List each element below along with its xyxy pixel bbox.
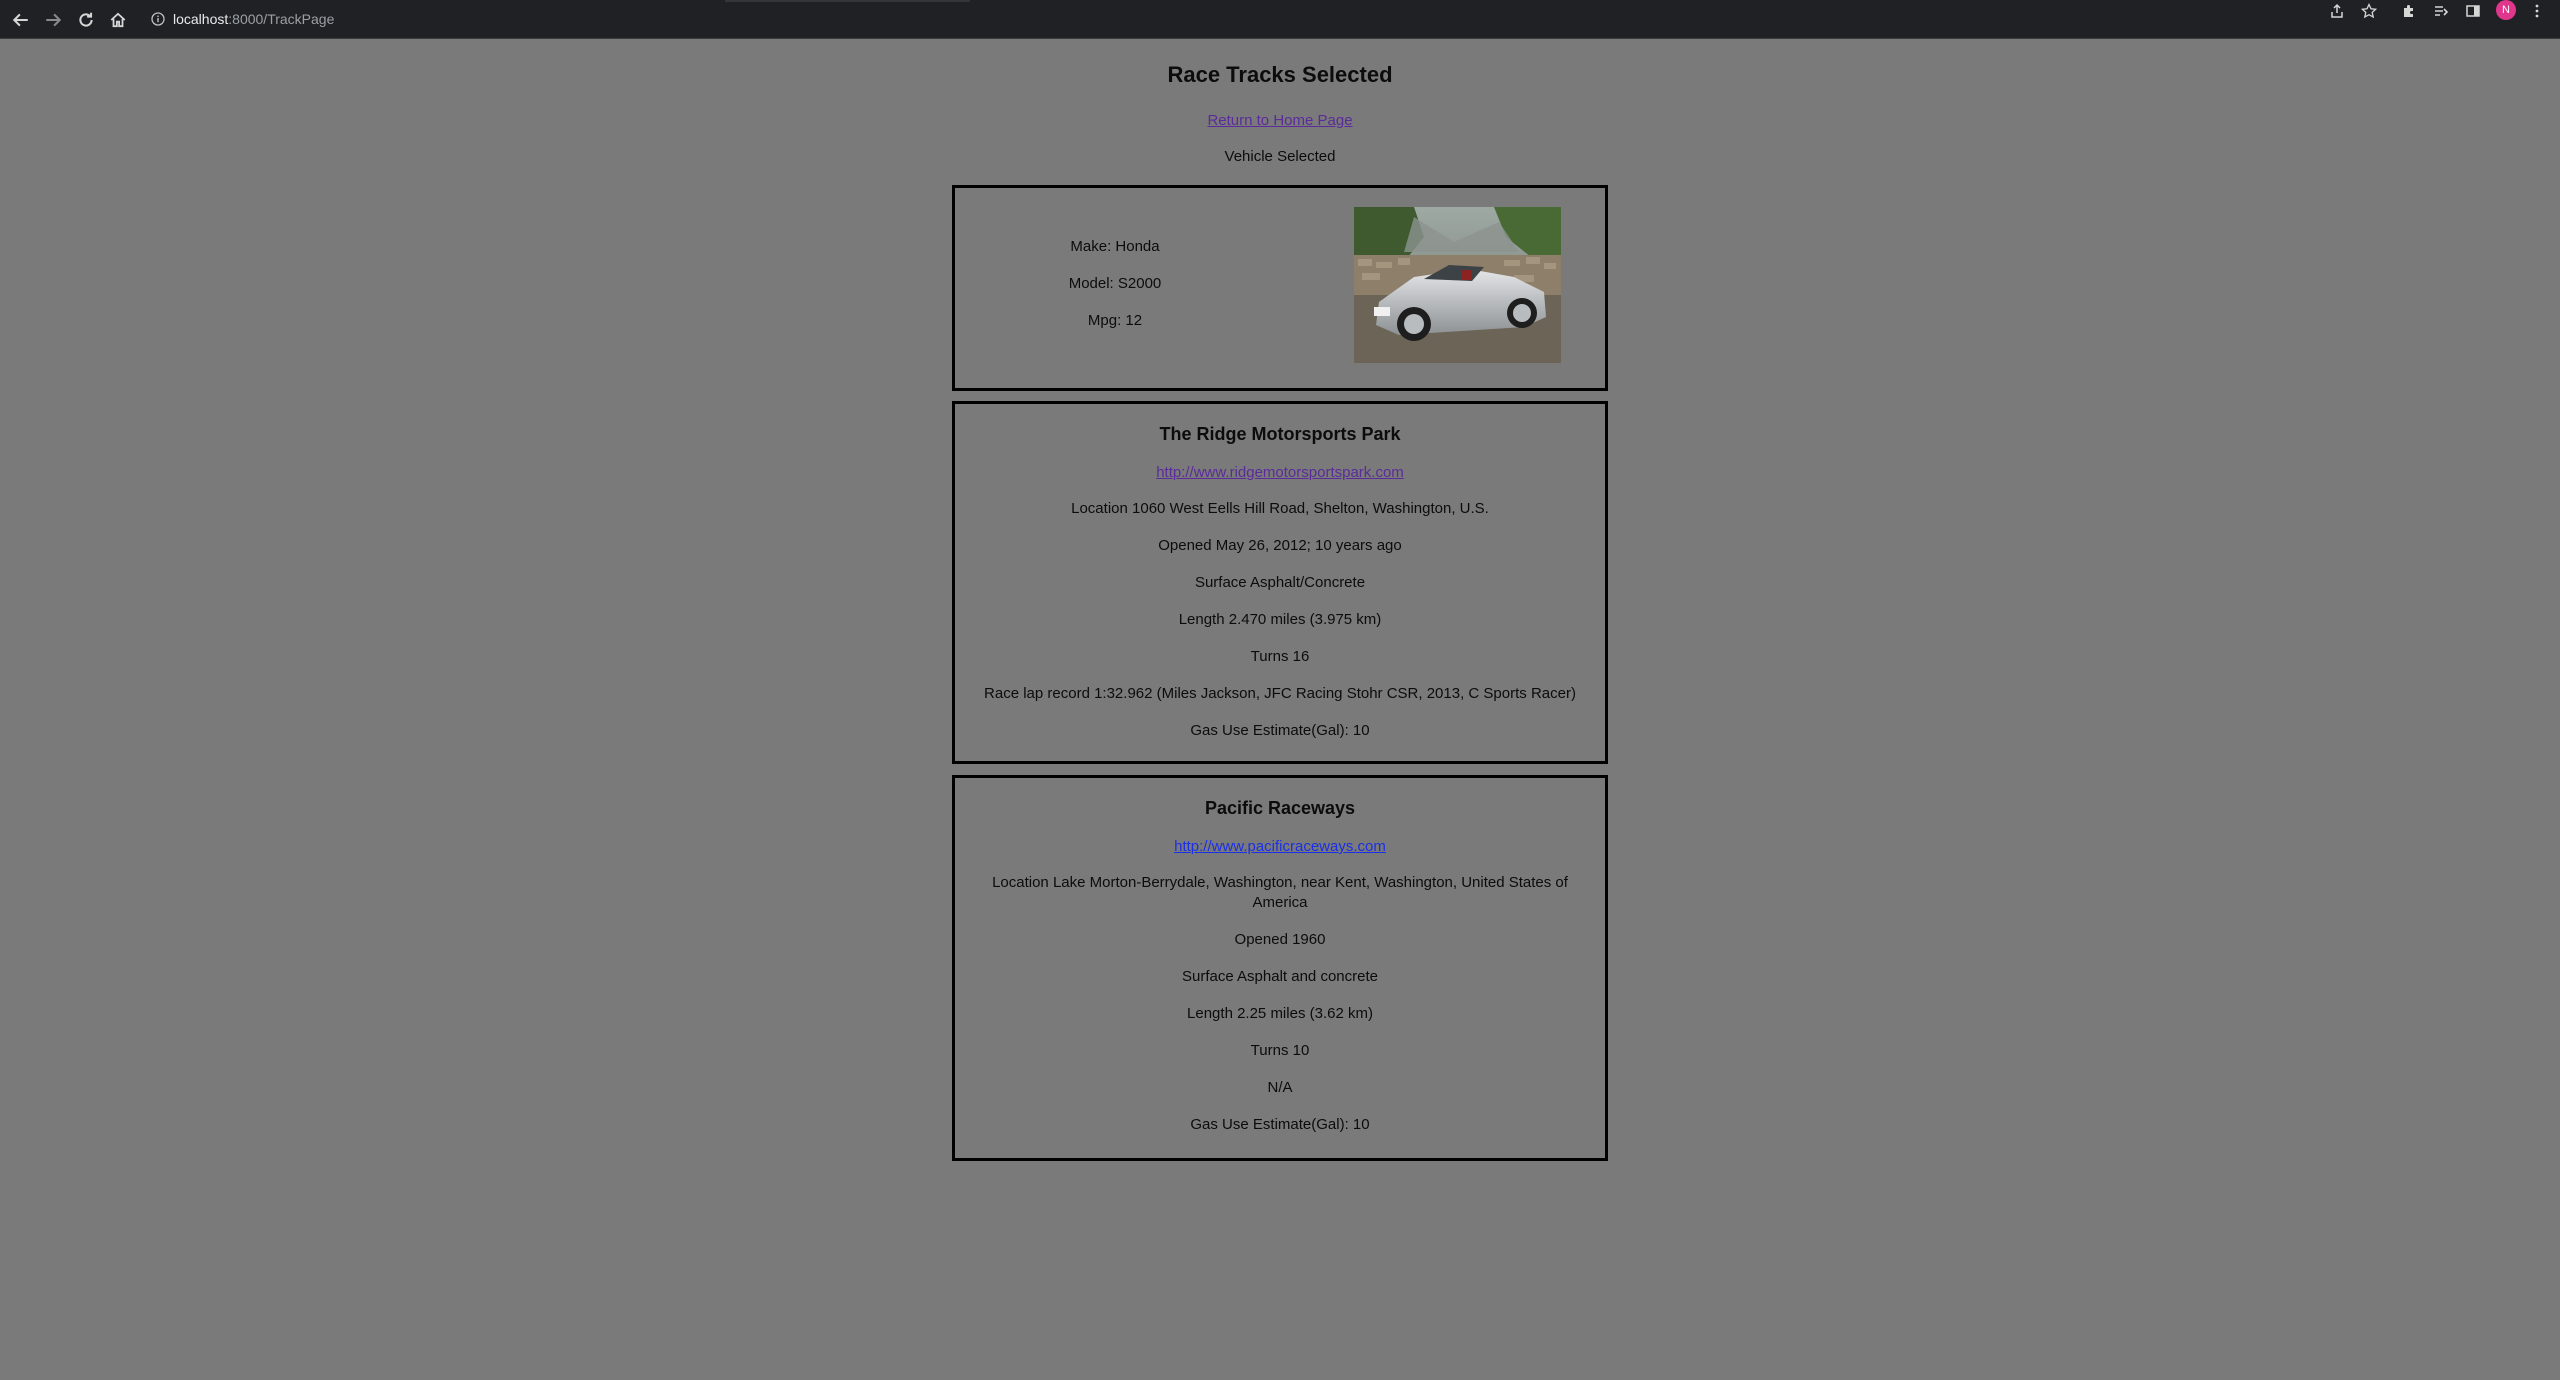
vehicle-photo — [1354, 207, 1561, 363]
vehicle-details: Make: Honda Model: S2000 Mpg: 12 — [1015, 238, 1215, 349]
track-length: Length 2.25 miles (3.62 km) — [1187, 1005, 1373, 1022]
track-location: Location Lake Morton-Berrydale, Washingt… — [992, 874, 1568, 911]
track-link-row: http://www.ridgemotorsportspark.com — [955, 462, 1605, 483]
vehicle-model: Model: S2000 — [1068, 275, 1162, 292]
track-gas-estimate: Gas Use Estimate(Gal): 10 — [1190, 722, 1370, 739]
address-bar[interactable] — [143, 6, 2348, 33]
vehicle-selected-heading: Vehicle Selected — [1224, 148, 1336, 165]
return-home-link[interactable]: Return to Home Page — [1207, 112, 1352, 129]
bookmark-star-icon[interactable] — [2358, 0, 2380, 22]
track-surface: Surface Asphalt/Concrete — [1194, 574, 1366, 591]
track-card: The Ridge Motorsports Park http://www.ri… — [952, 401, 1608, 764]
track-lap-record: N/A — [1267, 1079, 1293, 1096]
track-website-link[interactable]: http://www.ridgemotorsportspark.com — [1156, 464, 1404, 481]
track-surface: Surface Asphalt and concrete — [1182, 968, 1378, 985]
reading-list-icon[interactable] — [2430, 0, 2452, 22]
track-turns: Turns 16 — [1250, 648, 1310, 665]
extensions-puzzle-icon[interactable] — [2398, 0, 2420, 22]
vehicle-make: Make: Honda — [1070, 238, 1160, 255]
track-link-row: http://www.pacificraceways.com — [955, 836, 1605, 857]
home-link-row: Return to Home Page — [0, 112, 2560, 129]
page-content: Race Tracks Selected Return to Home Page… — [0, 40, 2560, 1380]
track-website-link[interactable]: http://www.pacificraceways.com — [1174, 838, 1386, 855]
share-icon[interactable] — [2326, 0, 2348, 22]
url-host: localhost — [173, 11, 229, 27]
track-opened: Opened May 26, 2012; 10 years ago — [1158, 537, 1402, 554]
forward-arrow-icon[interactable] — [42, 9, 64, 31]
track-name: Pacific Raceways — [1204, 798, 1356, 818]
home-icon[interactable] — [107, 9, 129, 31]
more-menu-icon[interactable] — [2526, 0, 2548, 22]
reload-icon[interactable] — [75, 9, 97, 31]
vehicle-mpg: Mpg: 12 — [1087, 312, 1143, 329]
track-length: Length 2.470 miles (3.975 km) — [1178, 611, 1382, 628]
url-text[interactable]: localhost:8000/TrackPage — [173, 10, 334, 28]
side-panel-icon[interactable] — [2462, 0, 2484, 22]
browser-toolbar: localhost:8000/TrackPage N — [0, 0, 2560, 39]
back-arrow-icon[interactable] — [10, 9, 32, 31]
track-location: Location 1060 West Eells Hill Road, Shel… — [1071, 500, 1489, 517]
track-opened: Opened 1960 — [1234, 931, 1326, 948]
site-info-icon[interactable] — [151, 12, 165, 26]
track-name: The Ridge Motorsports Park — [1159, 424, 1401, 444]
track-card: Pacific Raceways http://www.pacificracew… — [952, 775, 1608, 1161]
track-turns: Turns 10 — [1250, 1042, 1310, 1059]
page-title: Race Tracks Selected — [1167, 62, 1393, 87]
track-lap-record: Race lap record 1:32.962 (Miles Jackson,… — [984, 685, 1576, 702]
tab-indicator — [725, 0, 970, 2]
url-path: :8000/TrackPage — [228, 11, 335, 27]
vehicle-card: Make: Honda Model: S2000 Mpg: 12 — [952, 185, 1608, 391]
profile-avatar[interactable]: N — [2496, 0, 2516, 20]
track-gas-estimate: Gas Use Estimate(Gal): 10 — [1190, 1116, 1370, 1133]
